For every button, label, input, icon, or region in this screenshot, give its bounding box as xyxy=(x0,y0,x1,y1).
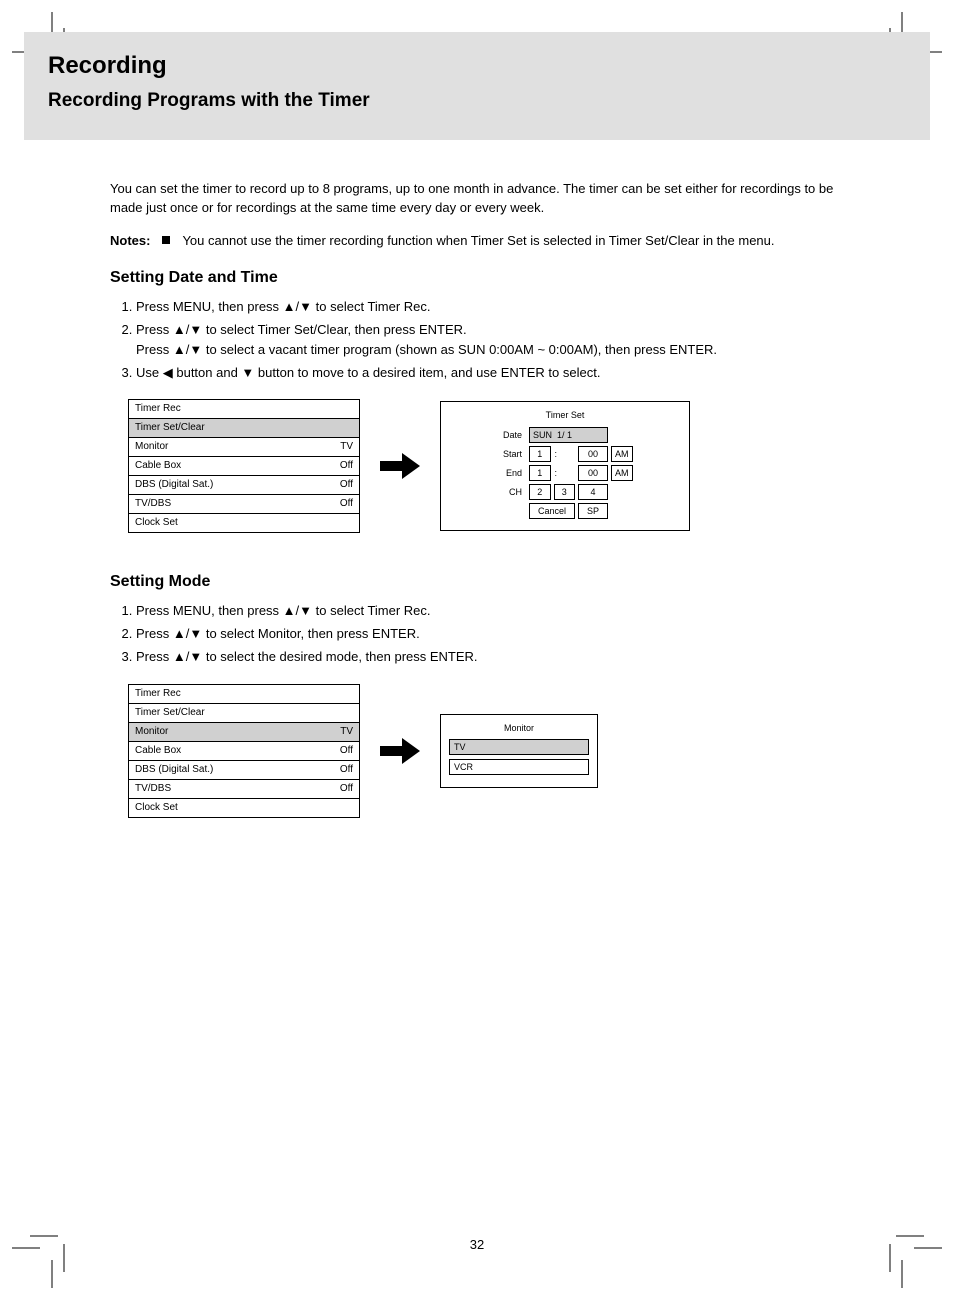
list-item: TV/DBSOff xyxy=(129,494,359,513)
down-arrow-icon xyxy=(189,626,202,641)
menu-list-timer-rec-2: Timer Rec Timer Set/Clear MonitorTV Cabl… xyxy=(128,684,360,818)
up-arrow-icon xyxy=(283,299,296,314)
list-item: Cable BoxOff xyxy=(129,741,359,760)
down-arrow-icon xyxy=(189,649,202,664)
list-item: Cable BoxOff xyxy=(129,456,359,475)
list-item: Clock Set xyxy=(129,798,359,817)
list-item: MonitorTV xyxy=(129,722,359,741)
step-2: Press / to select Monitor, then press EN… xyxy=(136,624,850,644)
list-item: Timer Rec xyxy=(129,400,359,418)
flow-arrow-icon xyxy=(380,451,420,481)
list-item: Timer Set/Clear xyxy=(129,703,359,722)
diagram-row-1: Timer Rec Timer Set/Clear MonitorTV Cabl… xyxy=(128,399,850,533)
note-label: Notes: xyxy=(110,232,150,251)
up-arrow-icon xyxy=(173,649,186,664)
panel-caption: Monitor xyxy=(449,723,589,733)
down-arrow-icon xyxy=(241,365,254,380)
flow-arrow-icon xyxy=(380,736,420,766)
panel-caption: Timer Set xyxy=(449,410,681,420)
up-arrow-icon xyxy=(173,342,186,357)
down-arrow-icon xyxy=(189,322,202,337)
note-block: Notes: You cannot use the timer recordin… xyxy=(110,232,850,251)
step-1: Press MENU, then press / to select Timer… xyxy=(136,601,850,621)
mode-option: TV xyxy=(449,739,589,755)
section-heading-date-time: Setting Date and Time xyxy=(110,269,850,287)
down-arrow-icon xyxy=(189,342,202,357)
mode-option: VCR xyxy=(449,759,589,775)
down-arrow-icon xyxy=(299,603,312,618)
up-arrow-icon xyxy=(173,626,186,641)
section-heading-mode: Setting Mode xyxy=(110,573,850,591)
up-arrow-icon xyxy=(173,322,186,337)
diagram-row-2: Timer Rec Timer Set/Clear MonitorTV Cabl… xyxy=(128,684,850,818)
list-item: DBS (Digital Sat.)Off xyxy=(129,475,359,494)
page-title: Recording xyxy=(48,52,906,80)
left-arrow-icon xyxy=(163,365,173,380)
list-item: MonitorTV xyxy=(129,437,359,456)
page-header: Recording Recording Programs with the Ti… xyxy=(24,32,930,140)
list-item: Timer Set/Clear xyxy=(129,418,359,437)
page-subtitle: Recording Programs with the Timer xyxy=(48,90,906,112)
list-item: TV/DBSOff xyxy=(129,779,359,798)
step-3: Press / to select the desired mode, then… xyxy=(136,647,850,667)
up-arrow-icon xyxy=(283,603,296,618)
timer-set-panel: Timer Set Date SUN 1/ 1 Start 1 : 00 AM xyxy=(440,401,690,531)
intro-paragraph: You can set the timer to record up to 8 … xyxy=(110,180,850,218)
list-item: Clock Set xyxy=(129,513,359,532)
note-text: You cannot use the timer recording funct… xyxy=(182,232,774,251)
step-1: Press MENU, then press / to select Timer… xyxy=(136,297,850,317)
list-item: DBS (Digital Sat.)Off xyxy=(129,760,359,779)
bullet-icon xyxy=(162,236,170,244)
list-item: Timer Rec xyxy=(129,685,359,703)
menu-list-timer-rec: Timer Rec Timer Set/Clear MonitorTV Cabl… xyxy=(128,399,360,533)
down-arrow-icon xyxy=(299,299,312,314)
mode-panel: Monitor TV VCR xyxy=(440,714,598,788)
step-2: Press / to select Timer Set/Clear, then … xyxy=(136,320,850,360)
page-number: 32 xyxy=(470,1237,484,1252)
steps-date-time: Press MENU, then press / to select Timer… xyxy=(110,297,850,384)
steps-mode: Press MENU, then press / to select Timer… xyxy=(110,601,850,667)
step-3: Use button and button to move to a desir… xyxy=(136,363,850,383)
